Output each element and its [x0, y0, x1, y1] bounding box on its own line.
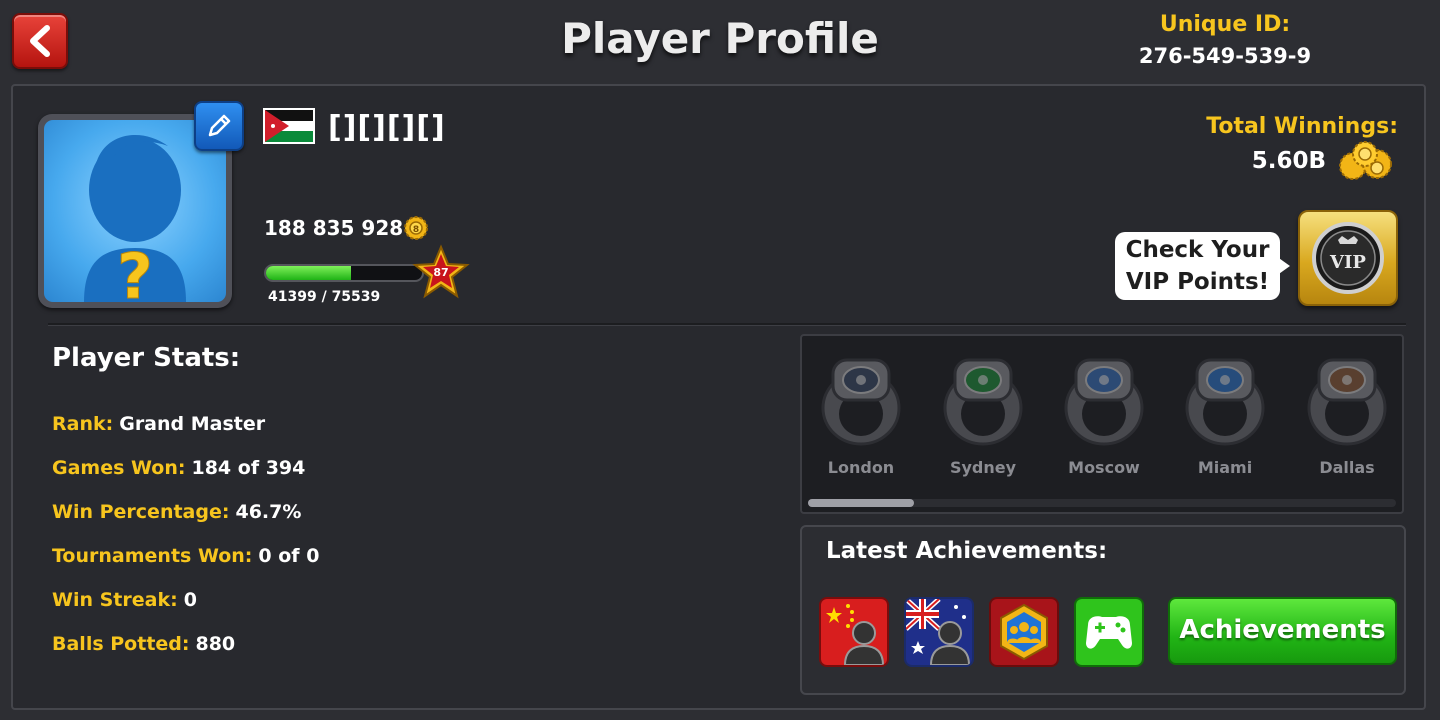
xp-progress-bar — [264, 264, 424, 282]
ring-label: Dallas — [1319, 458, 1375, 477]
championship-ring-icon — [1064, 358, 1144, 446]
ring-label: London — [827, 458, 895, 477]
level-number: 87 — [433, 266, 448, 279]
section-divider — [48, 323, 1406, 326]
svg-text:8: 8 — [413, 225, 419, 235]
stat-win-percentage: Win Percentage: 46.7% — [52, 501, 301, 523]
stat-value: 0 — [183, 589, 197, 611]
club-members-hexagon-icon[interactable] — [989, 597, 1059, 667]
stat-balls-potted: Balls Potted: 880 — [52, 633, 235, 655]
rings-scrollbar-thumb[interactable] — [808, 499, 914, 507]
stat-value: Grand Master — [119, 413, 266, 435]
total-winnings-value: 5.60B — [1251, 148, 1326, 174]
championship-ring-icon — [821, 358, 901, 446]
stat-label: Win Percentage: — [52, 501, 230, 523]
xp-progress-text: 41399 / 75539 — [268, 289, 381, 305]
vip-badge-icon: VIP — [1312, 222, 1384, 294]
china-flag-silhouette-icon[interactable] — [819, 597, 889, 667]
coin-balance: 188 835 928 — [264, 216, 404, 240]
ring-moscow[interactable]: Moscow — [1049, 350, 1159, 477]
edit-profile-button[interactable] — [194, 101, 244, 151]
stat-value: 880 — [195, 633, 236, 655]
ring-dallas[interactable]: Dallas — [1292, 350, 1402, 477]
stat-value: 46.7% — [235, 501, 302, 523]
vip-callout-tail — [1276, 256, 1290, 276]
stat-label: Tournaments Won: — [52, 545, 253, 567]
championship-ring-icon — [1185, 358, 1265, 446]
stat-label: Balls Potted: — [52, 633, 190, 655]
vip-badge-text: VIP — [1329, 252, 1366, 273]
coin-stack-icon — [1339, 141, 1392, 180]
gamepad-icon[interactable] — [1074, 597, 1144, 667]
stat-games-won: Games Won: 184 of 394 — [52, 457, 305, 479]
achievements-button[interactable]: Achievements — [1168, 597, 1397, 665]
ring-miami[interactable]: Miami — [1170, 350, 1280, 477]
stat-value: 184 of 394 — [191, 457, 306, 479]
championship-ring-icon — [943, 358, 1023, 446]
player-name: [][][][] — [328, 110, 446, 145]
total-winnings-label: Total Winnings: — [1206, 114, 1398, 139]
xp-progress-fill — [266, 266, 352, 280]
ring-label: Moscow — [1068, 458, 1140, 477]
pencil-icon — [208, 114, 231, 137]
vip-callout-line2: VIP Points! — [1125, 269, 1270, 295]
stat-label: Rank: — [52, 413, 114, 435]
unique-id-label: Unique ID: — [1159, 12, 1291, 37]
player-stats-title: Player Stats: — [52, 343, 241, 373]
coin-icon: 8 — [404, 216, 428, 240]
stat-value: 0 of 0 — [258, 545, 320, 567]
ring-london[interactable]: London — [806, 350, 916, 477]
ring-label: Miami — [1197, 458, 1253, 477]
svg-text:?: ? — [117, 240, 153, 302]
stat-rank: Rank: Grand Master — [52, 413, 265, 435]
level-star-icon: 87 — [412, 244, 470, 299]
jordan-flag-icon — [263, 108, 315, 144]
stat-tournaments-won: Tournaments Won: 0 of 0 — [52, 545, 319, 567]
championship-ring-icon — [1307, 358, 1387, 446]
vip-callout-line1: Check Your — [1125, 237, 1270, 263]
australia-flag-silhouette-icon[interactable] — [904, 597, 974, 667]
ring-label: Sydney — [949, 458, 1017, 477]
vip-button[interactable]: VIP — [1298, 210, 1398, 306]
stat-win-streak: Win Streak: 0 — [52, 589, 197, 611]
vip-points-callout[interactable]: Check Your VIP Points! — [1115, 232, 1280, 300]
stat-label: Win Streak: — [52, 589, 178, 611]
unique-id-value: 276-549-539-9 — [1138, 44, 1312, 68]
ring-sydney[interactable]: Sydney — [928, 350, 1038, 477]
stat-label: Games Won: — [52, 457, 186, 479]
latest-achievements-title: Latest Achievements: — [826, 538, 1108, 564]
